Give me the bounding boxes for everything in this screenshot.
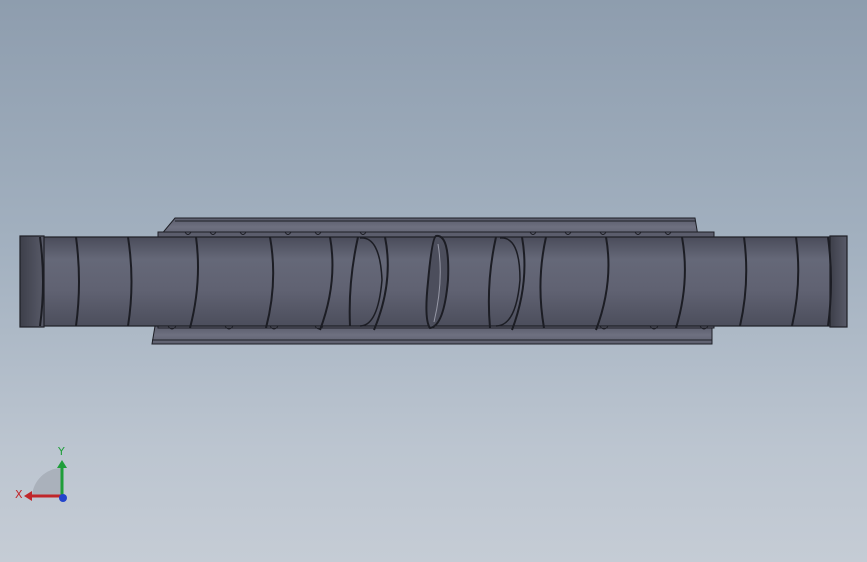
- z-axis-origin-icon: [59, 494, 67, 502]
- shaft-model[interactable]: [0, 0, 867, 562]
- x-axis-arrowhead-icon: [24, 491, 32, 501]
- x-axis-label: X: [15, 488, 23, 501]
- y-axis-arrowhead-icon: [57, 460, 67, 468]
- triad-plane-icon: [32, 467, 62, 496]
- y-axis-label: Y: [57, 445, 65, 458]
- graphics-viewport[interactable]: Y X: [0, 0, 867, 562]
- coordinate-triad[interactable]: Y X: [12, 440, 76, 508]
